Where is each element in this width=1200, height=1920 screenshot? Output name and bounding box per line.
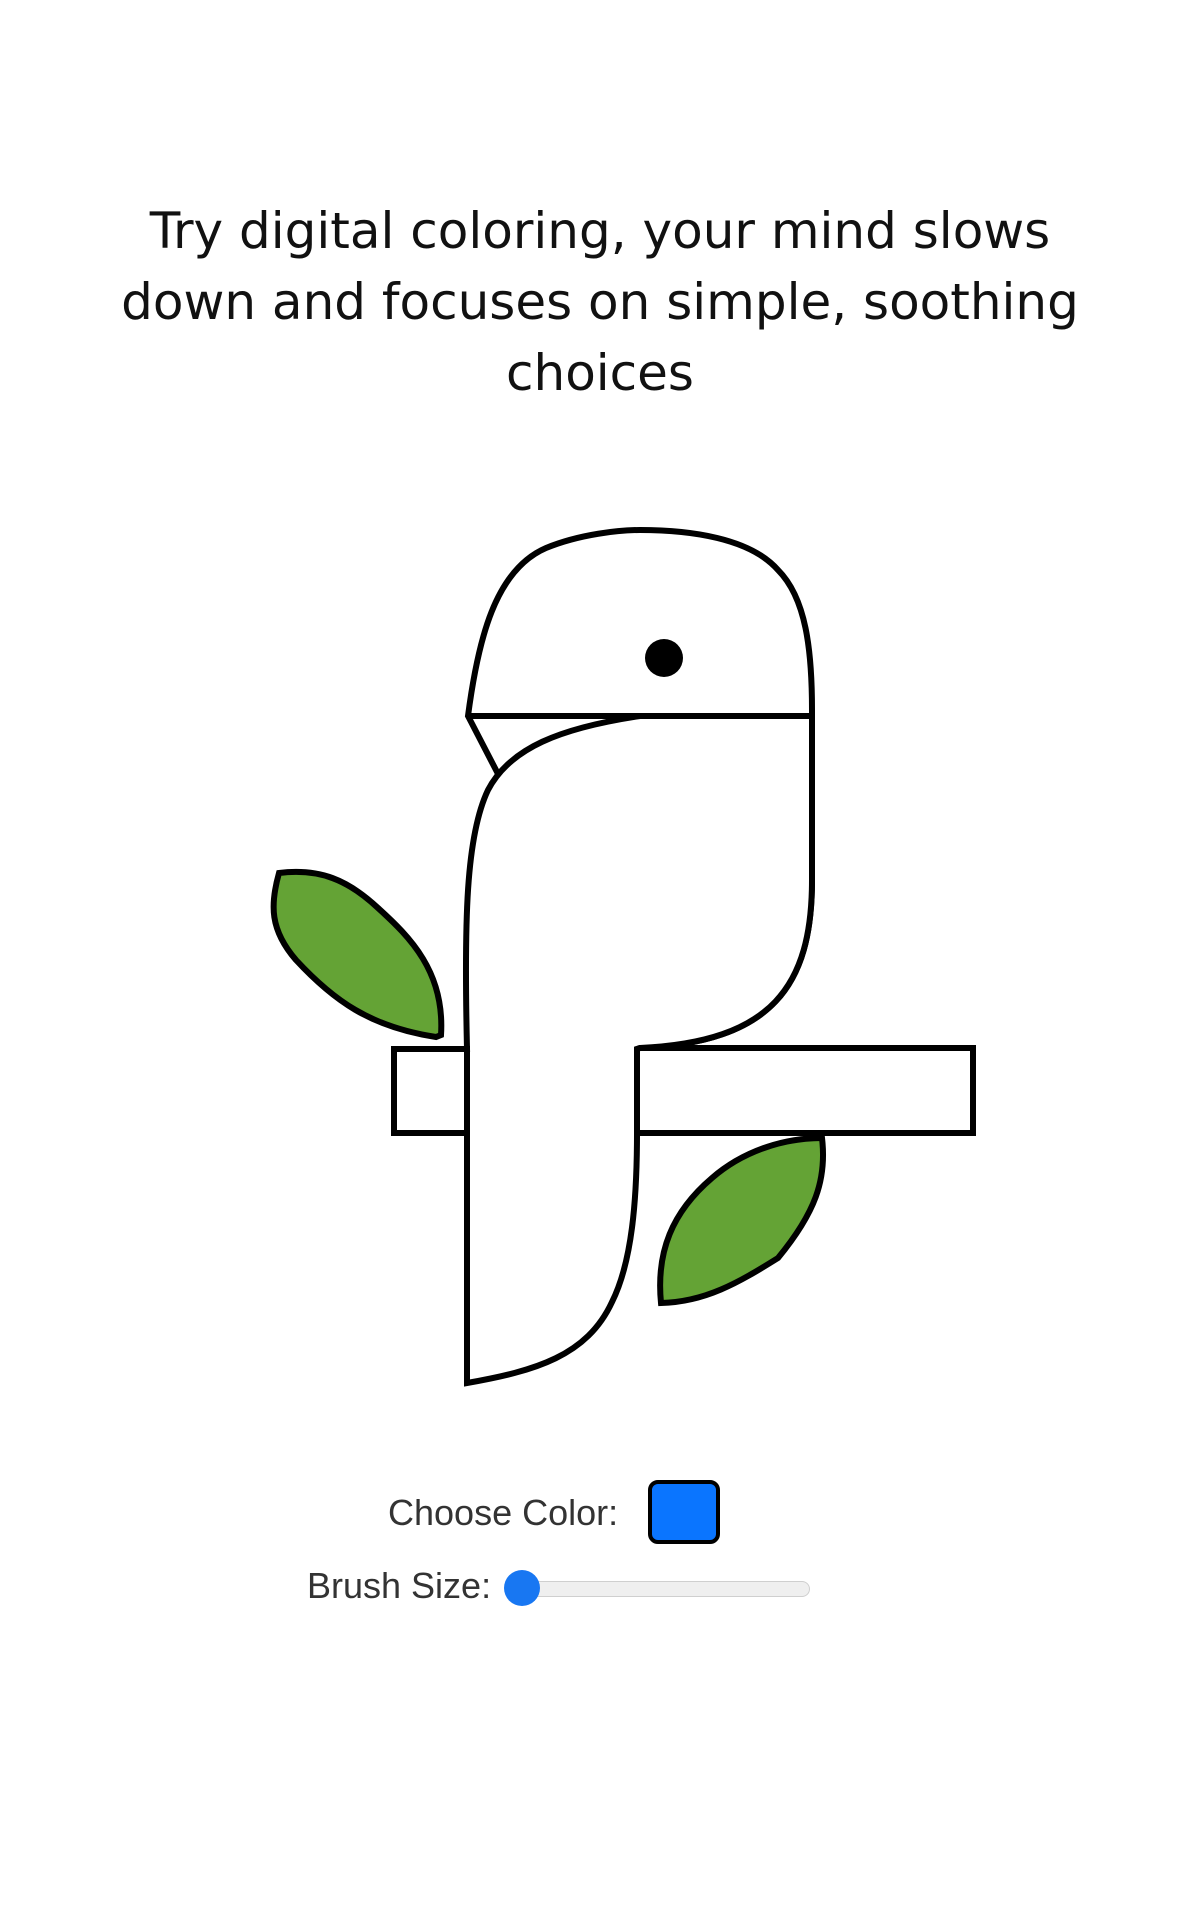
- color-picker[interactable]: [648, 1480, 720, 1544]
- coloring-canvas[interactable]: [0, 0, 1200, 1920]
- choose-color-label: Choose Color:: [388, 1492, 619, 1533]
- slider-track[interactable]: [508, 1581, 810, 1597]
- leaf-right[interactable]: [657, 1134, 827, 1307]
- parrot-drawing[interactable]: [0, 0, 1200, 1920]
- parrot-eye[interactable]: [645, 639, 683, 677]
- brush-size-label: Brush Size:: [307, 1565, 492, 1606]
- slider-thumb[interactable]: [504, 1570, 540, 1606]
- brush-size-slider[interactable]: [504, 1570, 810, 1606]
- controls-panel: Choose Color: Brush Size:: [0, 1470, 1200, 1630]
- leaf-left[interactable]: [270, 868, 445, 1041]
